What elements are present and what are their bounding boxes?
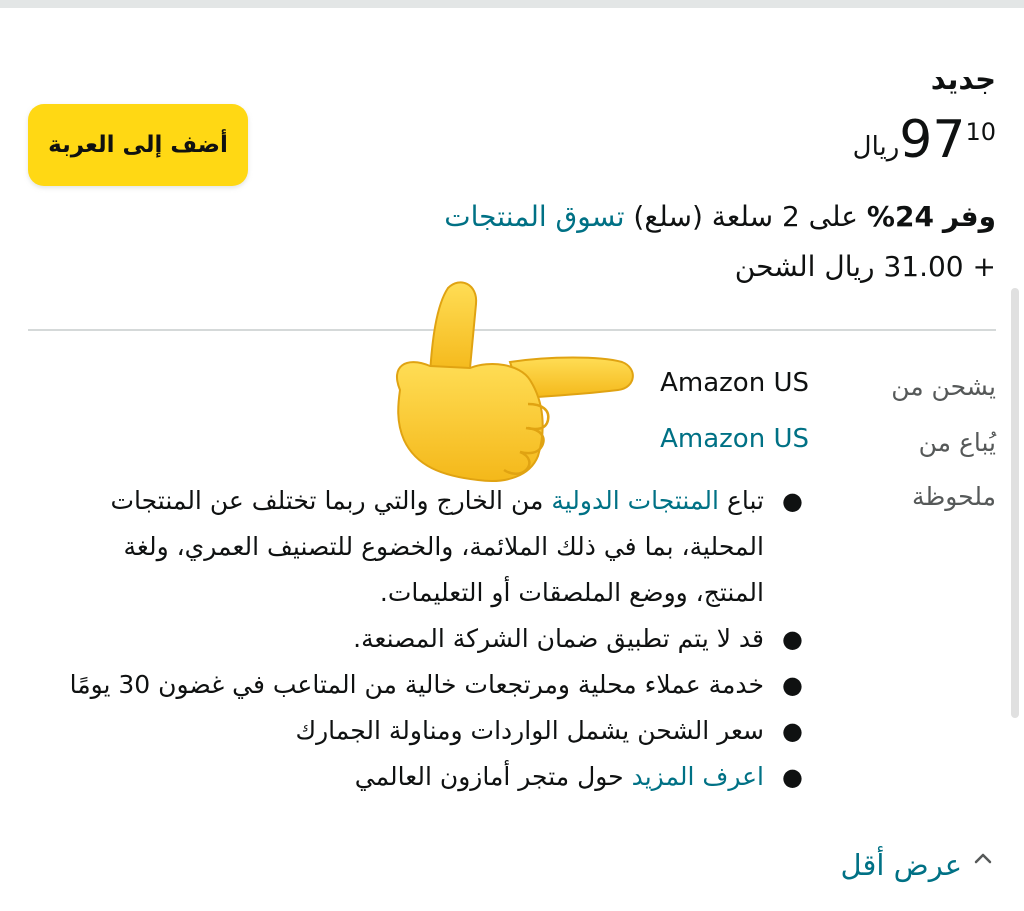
- note-text: تباع: [726, 486, 764, 515]
- shipping-cost: + 31.00 ريال الشحن: [734, 250, 996, 283]
- list-item: ● خدمة عملاء محلية ومرتجعات خالية من الم…: [54, 662, 809, 708]
- learn-more-link[interactable]: اعرف المزيد: [632, 762, 764, 791]
- price-currency: ريال: [852, 132, 900, 162]
- bullet-icon: ●: [782, 487, 803, 515]
- condition-label: جديد: [930, 62, 996, 96]
- chevron-up-icon[interactable]: [970, 846, 996, 872]
- sold-by-link[interactable]: Amazon US: [660, 424, 809, 454]
- shop-products-link[interactable]: تسوق المنتجات: [444, 200, 624, 233]
- savings-percent: 24%: [866, 200, 934, 233]
- ships-from-label: يشحن من: [891, 372, 996, 401]
- note-text: حول متجر أمازون العالمي: [354, 762, 624, 791]
- note-label: ملحوظة: [911, 482, 996, 511]
- price-whole: 97: [899, 110, 966, 170]
- list-item: ● قد لا يتم تطبيق ضمان الشركة المصنعة.: [54, 616, 809, 662]
- bullet-icon: ●: [782, 763, 803, 791]
- bullet-icon: ●: [782, 671, 803, 699]
- savings-prefix: وفر: [942, 200, 996, 233]
- price: ريال 97 10: [853, 112, 996, 168]
- savings-line: وفر 24% على 2 سلعة (سلع) تسوق المنتجات: [444, 200, 996, 233]
- list-item: ● سعر الشحن يشمل الواردات ومناولة الجمار…: [54, 708, 809, 754]
- list-item: ● اعرف المزيد حول متجر أمازون العالمي: [54, 754, 809, 800]
- note-text: قد لا يتم تطبيق ضمان الشركة المصنعة.: [353, 624, 764, 653]
- savings-middle: على 2 سلعة (سلع): [633, 200, 858, 233]
- add-to-cart-button[interactable]: أضف إلى العربة: [28, 104, 248, 186]
- pointing-hand-icon: [395, 281, 634, 482]
- ships-from-value: Amazon US: [660, 368, 809, 398]
- show-less-button[interactable]: عرض أقل: [841, 848, 962, 882]
- scrollbar[interactable]: [1011, 288, 1019, 718]
- note-text: سعر الشحن يشمل الواردات ومناولة الجمارك: [295, 716, 765, 745]
- note-text: خدمة عملاء محلية ومرتجعات خالية من المتا…: [69, 670, 764, 699]
- top-bar: [0, 0, 1024, 8]
- bullet-icon: ●: [782, 625, 803, 653]
- notes-list: ● تباع المنتجات الدولية من الخارج والتي …: [54, 478, 809, 800]
- price-fraction: 10: [965, 118, 996, 146]
- bullet-icon: ●: [782, 717, 803, 745]
- sold-by-label: يُباع من: [918, 428, 996, 457]
